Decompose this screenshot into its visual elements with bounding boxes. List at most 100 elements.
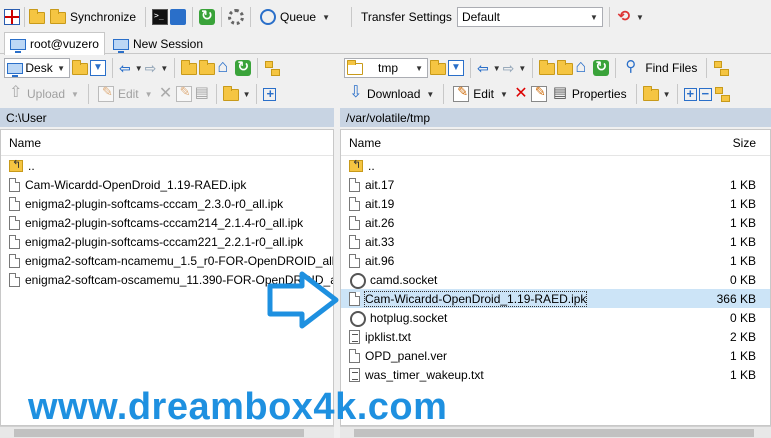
parent-directory-icon[interactable] [539,60,556,75]
root-directory-icon[interactable] [199,60,216,75]
tab-new-session[interactable]: New Session [108,34,208,54]
find-files-button[interactable]: Find Files [622,57,700,79]
file-icon [349,215,360,230]
watermark-text: www.dreambox4k.com [28,386,448,428]
list-item[interactable]: ait.96 1 KB [341,251,770,270]
chevron-down-icon[interactable]: ▼ [636,13,644,22]
list-item[interactable]: ipklist.txt 2 KB [341,327,770,346]
tree-view-icon[interactable] [714,86,730,102]
transfer-settings-value: Default [461,10,500,24]
scrollbar-thumb[interactable] [354,429,754,437]
right-edit-button[interactable]: Edit ▼ [450,83,511,105]
left-column-header[interactable]: Name [1,130,333,156]
compare-directories-icon[interactable] [29,9,45,24]
list-item[interactable]: enigma2-plugin-softcams-cccam214_2.1.4-r… [1,213,333,232]
select-plus-icon[interactable] [263,86,277,101]
refresh-icon[interactable] [593,58,610,76]
right-path-bar[interactable]: /var/volatile/tmp [340,108,771,127]
home-icon[interactable] [575,56,591,77]
queue-button[interactable]: Queue ▼ [257,6,333,28]
tree-view-icon[interactable] [713,60,730,76]
parent-directory-icon[interactable] [181,60,198,75]
main-toolbar: Synchronize Queue ▼ Transfer Settings De… [0,4,771,30]
left-drive-select[interactable]: Desk ▼ [4,58,70,78]
refresh-icon[interactable] [235,58,252,76]
list-item[interactable]: ait.19 1 KB [341,194,770,213]
right-file-list: Name Size .. ait.17 1 KB ait.19 1 KB ait.26 1 … [340,129,771,426]
properties-icon[interactable] [194,83,210,102]
rename-icon[interactable] [175,84,192,102]
back-arrow-icon[interactable]: ⇦ [477,60,489,77]
file-name: ait.96 [365,253,395,268]
column-size-header: Size [732,135,756,150]
parent-folder-icon [9,158,23,172]
left-drive-value: Desk [25,61,53,75]
new-folder-icon[interactable] [642,86,659,101]
tab-new-session-label: New Session [133,37,204,51]
chevron-down-icon[interactable]: ▼ [135,64,143,73]
chevron-down-icon[interactable]: ▼ [243,90,251,99]
delete-icon[interactable]: ✕ [513,86,529,102]
local-panel-icon[interactable] [4,9,20,25]
terminal-icon[interactable] [152,9,169,25]
sync-browsing-icon[interactable] [199,7,216,25]
right-column-header[interactable]: Name Size [341,130,770,156]
left-path-bar[interactable]: C:\User [0,108,334,127]
download-button[interactable]: Download ▼ [344,82,437,105]
select-plus-icon[interactable] [683,86,697,101]
file-icon [349,291,360,306]
chevron-down-icon[interactable]: ▼ [518,64,526,73]
find-icon [625,57,641,76]
rename-icon[interactable] [530,84,547,102]
list-item[interactable]: Cam-Wicardd-OpenDroid_1.19-RAED.ipk [1,175,333,194]
back-arrow-icon[interactable]: ⇦ [119,60,131,77]
separator [145,7,147,27]
select-minus-icon[interactable] [698,86,712,101]
list-item[interactable]: ait.26 1 KB [341,213,770,232]
synchronize-button[interactable]: Synchronize [47,6,139,28]
chevron-down-icon: ▼ [57,63,65,73]
list-item[interactable]: was_timer_wakeup.txt 1 KB [341,365,770,384]
scrollbar-thumb[interactable] [14,429,304,437]
list-item[interactable]: ait.17 1 KB [341,175,770,194]
root-directory-icon[interactable] [557,60,574,75]
new-folder-icon[interactable] [222,86,239,101]
transfer-settings-label: Transfer Settings [361,10,452,24]
chevron-down-icon[interactable]: ▼ [663,90,671,99]
transfer-settings-select[interactable]: Default ▼ [456,7,603,27]
right-dir-select[interactable]: tmp ▼ [344,58,428,78]
gear-icon[interactable] [228,9,245,25]
separator [174,58,176,78]
forward-arrow-icon[interactable]: ⇨ [503,60,515,77]
list-item[interactable]: enigma2-softcam-ncamemu_1.5_r0-FOR-OpenD… [1,251,333,270]
list-item[interactable]: OPD_panel.ver 1 KB [341,346,770,365]
properties-button[interactable]: Properties [549,83,630,105]
left-edit-button[interactable]: Edit ▼ [95,83,156,105]
open-folder-icon[interactable] [72,60,88,75]
chevron-down-icon: ▼ [590,12,598,22]
tree-view-icon[interactable] [264,60,281,76]
list-item[interactable]: enigma2-plugin-softcams-cccam221_2.2.1-r… [1,232,333,251]
list-item[interactable]: enigma2-plugin-softcams-cccam_2.3.0-r0_a… [1,194,333,213]
filter-icon[interactable] [90,60,106,76]
list-item[interactable]: hotplug.socket 0 KB [341,308,770,327]
tab-session[interactable]: root@vuzero [4,32,105,55]
delete-icon[interactable]: ✕ [158,86,174,102]
filter-icon[interactable] [448,60,464,76]
list-item[interactable]: .. [1,156,333,175]
chevron-down-icon[interactable]: ▼ [493,64,501,73]
putty-icon[interactable] [170,9,187,25]
home-icon[interactable] [217,56,233,77]
file-name: Cam-Wicardd-OpenDroid_1.19-RAED.ipk [25,177,247,192]
list-item[interactable]: Cam-Wicardd-OpenDroid_1.19-RAED.ipk 366 K… [341,289,770,308]
transfer-preset-icon[interactable]: ⟲ [616,9,632,25]
open-folder-icon[interactable] [430,60,446,75]
list-item[interactable]: ait.33 1 KB [341,232,770,251]
file-name: Cam-Wicardd-OpenDroid_1.19-RAED.ipk [363,290,588,307]
forward-arrow-icon[interactable]: ⇨ [145,60,157,77]
list-item[interactable]: camd.socket 0 KB [341,270,770,289]
upload-button[interactable]: Upload ▼ [4,82,82,105]
list-item[interactable]: .. [341,156,770,175]
chevron-down-icon[interactable]: ▼ [160,64,168,73]
file-size: 0 KB [729,272,756,287]
